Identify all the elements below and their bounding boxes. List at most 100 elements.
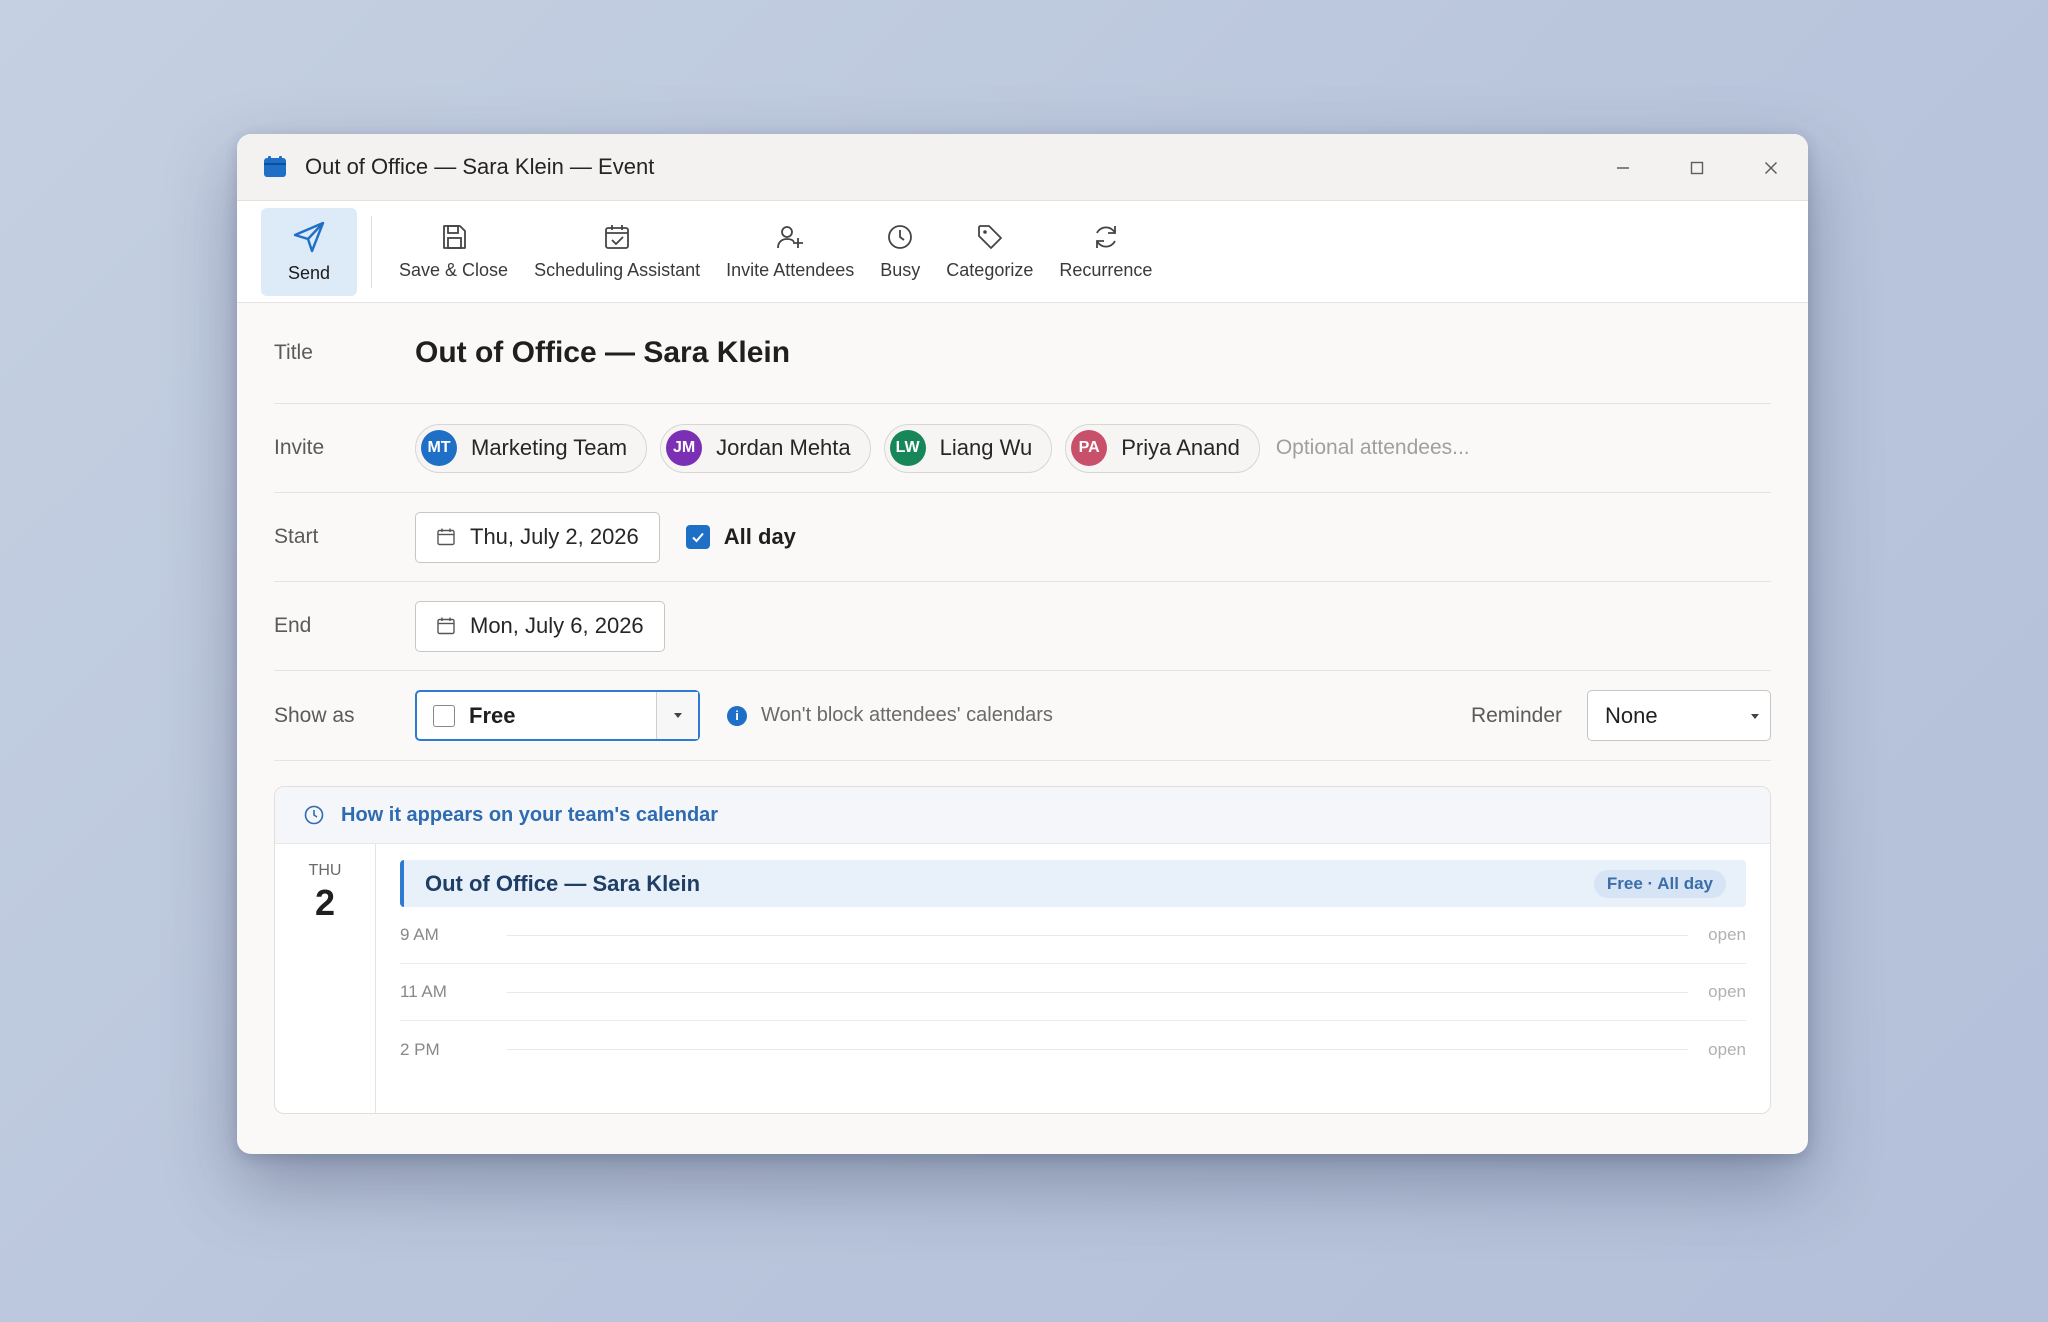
chevron-down-icon bbox=[1751, 714, 1759, 719]
attendee-chip[interactable]: JM Jordan Mehta bbox=[660, 423, 871, 473]
time-slot: 9 AM open bbox=[400, 907, 1746, 964]
title-input[interactable]: Out of Office — Sara Klein bbox=[415, 336, 790, 370]
end-label: End bbox=[274, 614, 312, 637]
slot-divider bbox=[507, 991, 1689, 993]
window-controls bbox=[1586, 134, 1808, 201]
close-icon bbox=[1764, 161, 1778, 174]
preview-body: THU 2 Out of Office — Sara Klein Free · … bbox=[275, 844, 1770, 1113]
free-status-swatch bbox=[433, 704, 455, 727]
avatar: JM bbox=[666, 430, 703, 466]
scheduling-assistant-button[interactable]: Scheduling Assistant bbox=[521, 208, 713, 296]
minimize-icon bbox=[1617, 166, 1629, 169]
end-row: End Mon, July 6, 2026 bbox=[274, 582, 1771, 671]
clock-icon bbox=[888, 225, 913, 249]
invite-label: Invite bbox=[274, 436, 325, 459]
slot-time: 9 AM bbox=[400, 925, 439, 944]
checkmark-icon bbox=[692, 532, 704, 543]
reminder-select[interactable]: None bbox=[1587, 690, 1771, 741]
send-button[interactable]: Send bbox=[261, 207, 357, 296]
recurrence-label: Recurrence bbox=[1059, 260, 1153, 280]
ribbon-toolbar: Send Save & Close Scheduling Assistant I… bbox=[237, 201, 1808, 303]
title-row: Title Out of Office — Sara Klein bbox=[274, 303, 1771, 404]
busy-label: Busy bbox=[880, 260, 921, 280]
reminder-label: Reminder bbox=[1470, 703, 1562, 727]
calendar-app-icon bbox=[263, 155, 287, 179]
window-title: Out of Office — Sara Klein — Event bbox=[305, 154, 655, 179]
show-as-dropdown-button[interactable] bbox=[656, 692, 698, 739]
slot-status: open bbox=[1708, 982, 1746, 1001]
invite-attendees-button[interactable]: Invite Attendees bbox=[713, 208, 867, 296]
start-date-value: Thu, July 2, 2026 bbox=[470, 524, 639, 549]
busy-button[interactable]: Busy bbox=[867, 208, 933, 296]
slot-status: open bbox=[1708, 925, 1746, 944]
maximize-button[interactable] bbox=[1660, 134, 1734, 201]
all-day-toggle[interactable]: All day bbox=[685, 524, 796, 550]
attendee-chip[interactable]: MT Marketing Team bbox=[415, 423, 648, 473]
event-window: Out of Office — Sara Klein — Event Send … bbox=[237, 134, 1808, 1154]
attendee-chip[interactable]: PA Priya Anand bbox=[1065, 423, 1260, 473]
recurrence-icon bbox=[1095, 226, 1116, 248]
all-day-label: All day bbox=[723, 524, 796, 549]
time-slot: 11 AM open bbox=[400, 964, 1746, 1021]
show-as-info: i Won't block attendees' calendars bbox=[727, 704, 1053, 727]
status-badge: Free · All day bbox=[1593, 870, 1726, 898]
preview-event[interactable]: Out of Office — Sara Klein Free · All da… bbox=[400, 860, 1746, 907]
toolbar-separator bbox=[371, 215, 372, 288]
slot-time: 2 PM bbox=[400, 1039, 440, 1059]
send-icon bbox=[293, 221, 325, 253]
preview-heading: How it appears on your team's calendar bbox=[341, 803, 719, 826]
recurrence-button[interactable]: Recurrence bbox=[1046, 208, 1165, 296]
slot-divider bbox=[507, 934, 1689, 936]
attendee-name: Marketing Team bbox=[471, 435, 628, 460]
calendar-preview: How it appears on your team's calendar T… bbox=[274, 786, 1771, 1114]
info-icon: i bbox=[727, 705, 747, 726]
chevron-down-icon bbox=[673, 713, 682, 718]
show-as-row: Show as Free i Won't block attendees' ca… bbox=[274, 671, 1771, 761]
attendee-chips: MT Marketing Team JM Jordan Mehta LW Lia… bbox=[415, 423, 1470, 473]
calendar-check-icon bbox=[605, 225, 630, 249]
save-close-label: Save & Close bbox=[399, 260, 509, 280]
save-close-button[interactable]: Save & Close bbox=[386, 208, 521, 296]
preview-event-title: Out of Office — Sara Klein bbox=[425, 870, 701, 896]
event-form: Title Out of Office — Sara Klein Invite … bbox=[237, 303, 1808, 761]
send-label: Send bbox=[287, 263, 331, 283]
avatar: MT bbox=[421, 430, 457, 466]
attendee-name: Priya Anand bbox=[1121, 435, 1240, 460]
start-date-picker[interactable]: Thu, July 2, 2026 bbox=[415, 511, 660, 563]
show-as-info-text: Won't block attendees' calendars bbox=[761, 704, 1053, 726]
all-day-checkbox[interactable] bbox=[685, 525, 710, 549]
show-as-value: Free bbox=[469, 702, 516, 728]
day-of-week: THU bbox=[308, 862, 342, 879]
scheduling-assistant-label: Scheduling Assistant bbox=[534, 260, 701, 280]
categorize-label: Categorize bbox=[946, 260, 1034, 280]
invite-attendees-label: Invite Attendees bbox=[726, 260, 855, 280]
end-date-value: Mon, July 6, 2026 bbox=[470, 613, 644, 638]
end-date-picker[interactable]: Mon, July 6, 2026 bbox=[415, 600, 665, 652]
invite-row: Invite MT Marketing Team JM Jordan Mehta… bbox=[274, 404, 1771, 493]
person-add-icon bbox=[777, 226, 804, 249]
avatar: PA bbox=[1071, 430, 1108, 466]
preview-header: How it appears on your team's calendar bbox=[275, 787, 1770, 844]
day-number: 2 bbox=[314, 882, 336, 923]
show-as-select[interactable]: Free bbox=[415, 690, 700, 741]
save-icon bbox=[442, 225, 466, 249]
slot-divider bbox=[507, 1049, 1689, 1050]
attendee-name: Jordan Mehta bbox=[716, 435, 851, 460]
calendar-icon bbox=[437, 528, 455, 546]
tag-icon bbox=[977, 225, 1002, 249]
title-label: Title bbox=[274, 341, 313, 364]
attendee-chip[interactable]: LW Liang Wu bbox=[883, 423, 1053, 473]
avatar: LW bbox=[889, 430, 926, 466]
categorize-button[interactable]: Categorize bbox=[933, 208, 1046, 296]
reminder-value: None bbox=[1605, 702, 1658, 728]
time-slot: 2 PM open bbox=[400, 1021, 1746, 1078]
attendee-name: Liang Wu bbox=[939, 435, 1033, 460]
optional-attendees-input[interactable]: Optional attendees... bbox=[1276, 436, 1470, 460]
slot-time: 11 AM bbox=[400, 982, 447, 1001]
day-column: THU 2 bbox=[275, 844, 376, 1113]
minimize-button[interactable] bbox=[1586, 134, 1660, 201]
close-button[interactable] bbox=[1734, 134, 1808, 201]
start-row: Start Thu, July 2, 2026 All day bbox=[274, 493, 1771, 582]
start-label: Start bbox=[274, 525, 319, 548]
show-as-label: Show as bbox=[274, 703, 355, 727]
